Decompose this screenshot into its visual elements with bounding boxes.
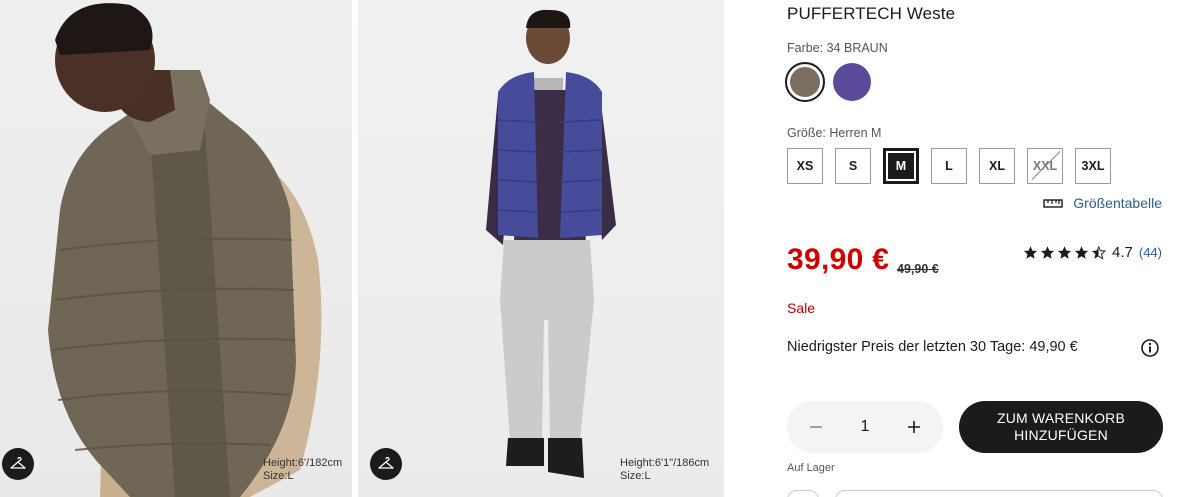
color-dot: [790, 67, 820, 97]
decrease-quantity-button[interactable]: [805, 416, 827, 438]
color-label: Farbe: 34 BRAUN: [787, 41, 888, 55]
info-icon[interactable]: [1140, 338, 1160, 358]
size-chart-link[interactable]: Größentabelle: [1043, 195, 1162, 211]
half-star-icon: [1091, 246, 1107, 260]
quantity-stepper: 1: [787, 401, 943, 453]
minus-icon: [810, 426, 822, 428]
size-button-l[interactable]: L: [931, 148, 967, 184]
size-button-xl[interactable]: XL: [979, 148, 1015, 184]
review-count[interactable]: (44): [1139, 245, 1162, 260]
color-dot: [833, 63, 871, 101]
add-to-cart-label: ZUM WARENKORB HINZUFÜGEN: [996, 410, 1126, 443]
model-height: Height:6'/182cm: [263, 457, 343, 469]
size-selector: XS S M L XL XXL 3XL: [787, 148, 1111, 184]
store-pickup-toggle[interactable]: [787, 490, 819, 497]
lowest-price-info: Niedrigster Preis der letzten 30 Tage: 4…: [787, 339, 1078, 355]
star-icon: [1040, 246, 1055, 259]
model-info: Height:6'1"/186cm Size:L: [620, 457, 709, 483]
try-on-button[interactable]: [2, 448, 34, 480]
model-size: Size:L: [263, 470, 294, 482]
size-label: Größe: Herren M: [787, 126, 882, 140]
model-photo-purple: [486, 9, 616, 478]
star-icon: [1023, 246, 1038, 259]
model-info: Height:6'/182cm Size:L: [263, 457, 342, 483]
size-button-3xl[interactable]: 3XL: [1075, 148, 1111, 184]
rating-score: 4.7: [1112, 244, 1133, 261]
increase-quantity-button[interactable]: [903, 416, 925, 438]
product-image-brown[interactable]: Height:6'/182cm Size:L: [0, 0, 352, 497]
rating-stars: [1023, 245, 1107, 260]
star-icon: [1057, 246, 1072, 259]
color-swatch-lila[interactable]: [833, 63, 871, 101]
stock-status: Auf Lager: [787, 462, 835, 474]
sale-label: Sale: [787, 300, 816, 316]
model-photo-brown: [48, 3, 322, 497]
size-button-m[interactable]: M: [883, 148, 919, 184]
size-button-xs[interactable]: XS: [787, 148, 823, 184]
hanger-icon: [10, 457, 26, 469]
try-on-button[interactable]: [370, 448, 402, 480]
product-details: PUFFERTECH Weste Farbe: 34 BRAUN Größe: …: [785, 0, 1163, 497]
store-pickup-field[interactable]: [835, 490, 1163, 497]
ruler-icon: [1043, 199, 1063, 208]
model-height: Height:6'1"/186cm: [620, 457, 710, 469]
quantity-value[interactable]: 1: [845, 418, 885, 436]
plus-icon: [908, 421, 920, 433]
product-title: PUFFERTECH Weste: [787, 4, 956, 23]
size-chart-label: Größentabelle: [1073, 195, 1162, 211]
product-image-purple[interactable]: Height:6'1"/186cm Size:L: [358, 0, 724, 497]
star-icon: [1074, 246, 1089, 259]
original-price: 49,90 €: [897, 262, 939, 276]
add-to-cart-button[interactable]: ZUM WARENKORB HINZUFÜGEN: [959, 401, 1163, 453]
size-button-xxl[interactable]: XXL: [1027, 148, 1063, 184]
current-price: 39,90 €: [787, 243, 890, 276]
size-button-s[interactable]: S: [835, 148, 871, 184]
hanger-icon: [378, 457, 394, 469]
rating[interactable]: 4.7 (44): [1023, 244, 1162, 261]
model-size: Size:L: [620, 470, 651, 482]
color-swatch-braun[interactable]: [785, 62, 825, 102]
